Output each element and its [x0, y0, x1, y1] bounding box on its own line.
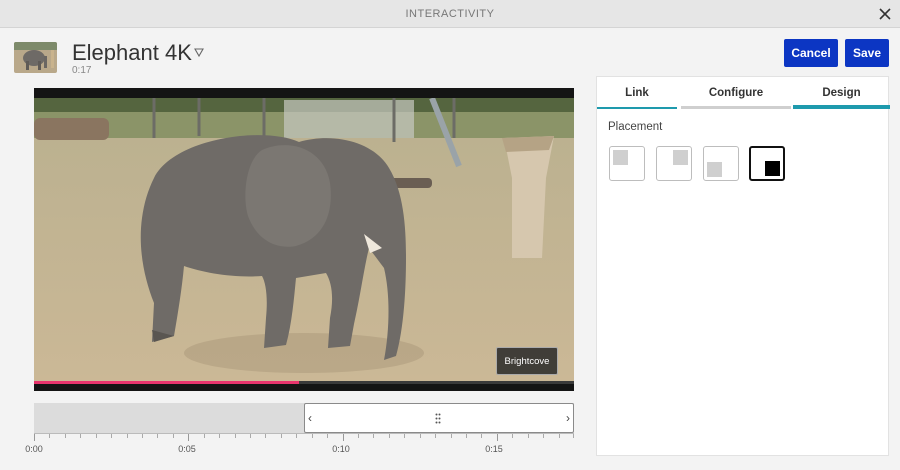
timeline-tick [296, 434, 298, 438]
video-title: Elephant 4K [72, 40, 192, 65]
timeline-tick [543, 434, 545, 438]
timeline-tick [311, 434, 313, 438]
placement-indicator [765, 161, 780, 176]
tick-label: 0:05 [178, 444, 196, 454]
watermark-brand-label: Brightcove [496, 347, 558, 375]
tick-label: 0:15 [485, 444, 503, 454]
timeline-tick [265, 434, 267, 438]
timeline-tick [172, 434, 174, 438]
timeline-tick [34, 434, 35, 441]
timeline-tick [126, 434, 128, 438]
timeline-tick [203, 434, 205, 438]
placement-indicator [707, 162, 722, 177]
tab-indicator [793, 105, 890, 109]
timeline-tick [481, 434, 483, 438]
timeline-tick [49, 434, 51, 438]
settings-panel: Link Configure Design Placement [596, 76, 890, 456]
timeline-tick [435, 434, 437, 438]
tab-indicator [681, 106, 791, 109]
video-duration: 0:17 [72, 65, 92, 76]
tick-label: 0:00 [25, 444, 43, 454]
video-player[interactable]: Brightcove [34, 88, 574, 391]
timeline-tick [342, 434, 344, 441]
timeline-tick [219, 434, 221, 438]
timeline-tick [573, 434, 574, 438]
close-icon[interactable] [874, 3, 896, 25]
tab-design[interactable]: Design [793, 77, 890, 109]
timeline-tick [450, 434, 452, 438]
timeline-tick [280, 434, 282, 438]
timeline-tick [111, 434, 113, 438]
title-bar: INTERACTIVITY [0, 0, 900, 28]
cancel-button[interactable]: Cancel [784, 39, 838, 67]
window-title: INTERACTIVITY [405, 8, 495, 20]
timeline-tick [327, 434, 329, 438]
placement-bottom-left-option[interactable] [703, 146, 739, 181]
timeline-tick [142, 434, 143, 438]
tab-link[interactable]: Link [597, 77, 677, 109]
panel-tabs: Link Configure Design [597, 77, 890, 109]
tab-indicator [597, 107, 677, 109]
timeline-tick [358, 434, 359, 438]
timeline-tick [373, 434, 375, 438]
timeline-tick [512, 434, 514, 438]
placement-top-right-option[interactable] [656, 146, 692, 181]
video-thumbnail [14, 42, 57, 73]
placement-label: Placement [608, 121, 663, 133]
interaction-range-handle[interactable]: ‹ › [304, 403, 574, 433]
timeline-tick [157, 434, 159, 438]
timeline-tick [188, 434, 190, 441]
timeline-track[interactable]: ‹ › [34, 403, 574, 433]
range-start-handle-icon[interactable]: ‹ [308, 411, 312, 425]
timeline-tick [250, 434, 251, 438]
caret-down-icon[interactable] [194, 48, 204, 57]
playback-progress-fill [34, 381, 299, 384]
timeline-tick [558, 434, 560, 438]
tab-label: Link [625, 87, 649, 99]
placement-indicator [673, 150, 688, 165]
tab-label: Design [822, 87, 861, 99]
timeline-tick [388, 434, 390, 438]
tab-configure[interactable]: Configure [681, 77, 791, 109]
timeline-tick [466, 434, 467, 438]
timeline-tick [527, 434, 529, 438]
range-end-handle-icon[interactable]: › [566, 411, 570, 425]
placement-bottom-right-option[interactable] [749, 146, 785, 181]
timeline-tick [234, 434, 236, 438]
tick-label: 0:10 [332, 444, 350, 454]
video-frame [34, 98, 574, 381]
placement-top-left-option[interactable] [609, 146, 645, 181]
placement-indicator [613, 150, 628, 165]
timeline-ruler [34, 433, 574, 441]
drag-grip-icon[interactable] [435, 413, 441, 424]
timeline-tick [404, 434, 406, 438]
save-button[interactable]: Save [845, 39, 889, 67]
playback-progress-track[interactable] [34, 381, 574, 384]
timeline-tick [496, 434, 498, 441]
timeline-tick [95, 434, 97, 438]
timeline-tick [80, 434, 82, 438]
timeline-tick [419, 434, 421, 438]
timeline-tick [64, 434, 66, 438]
tab-label: Configure [708, 87, 764, 99]
